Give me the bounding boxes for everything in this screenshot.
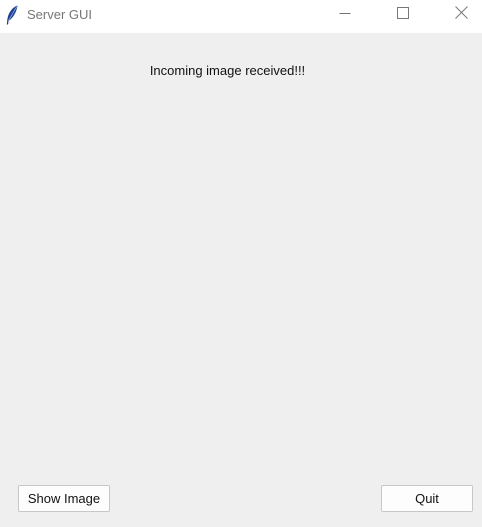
close-button[interactable] xyxy=(438,0,482,30)
feather-icon xyxy=(5,5,19,25)
minimize-icon xyxy=(339,6,351,24)
window-title: Server GUI xyxy=(27,7,93,22)
close-icon xyxy=(454,6,468,24)
quit-button[interactable]: Quit xyxy=(381,485,473,512)
title-bar: Server GUI xyxy=(0,0,482,33)
status-message: Incoming image received!!! xyxy=(149,63,306,78)
maximize-icon xyxy=(397,6,409,24)
main-content: Incoming image received!!! Show Image Qu… xyxy=(0,33,482,527)
show-image-button[interactable]: Show Image xyxy=(18,485,110,512)
maximize-button[interactable] xyxy=(380,0,426,30)
minimize-button[interactable] xyxy=(322,0,368,30)
